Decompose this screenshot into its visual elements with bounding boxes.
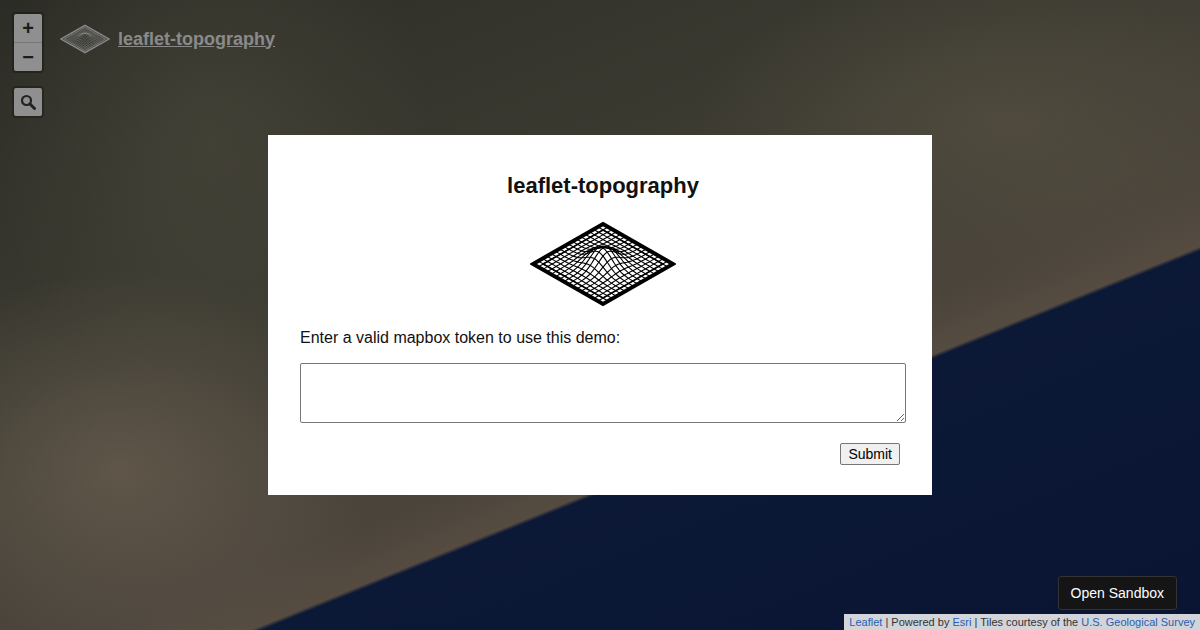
attribution-text: | Tiles courtesy of the [971,616,1081,628]
attribution-text: | Powered by [882,616,952,628]
token-modal: leaflet-topography Enter a valid mapbox t… [268,135,932,495]
topography-icon [60,24,110,54]
zoom-out-button[interactable]: − [14,42,42,71]
map[interactable]: +− leaflet-topography leaflet-topography En… [0,0,1200,630]
attribution-link[interactable]: Leaflet [849,616,882,628]
magnifier-icon [20,94,36,110]
logo-text[interactable]: leaflet-topography [118,29,275,50]
button-row: Submit [300,443,906,465]
logo-link[interactable]: leaflet-topography [60,24,275,54]
attribution-link[interactable]: U.S. Geological Survey [1081,616,1195,628]
attribution: Leaflet | Powered by Esri | Tiles courte… [844,614,1200,630]
search-button[interactable] [14,88,42,116]
zoom-control: +− [12,12,44,73]
token-input[interactable] [300,363,906,423]
topography-icon [530,221,676,307]
open-sandbox-button[interactable]: Open Sandbox [1058,576,1177,610]
zoom-in-button[interactable]: + [14,14,42,42]
modal-logo [300,221,906,307]
attribution-link[interactable]: Esri [952,616,971,628]
search-control [12,86,44,118]
token-label: Enter a valid mapbox token to use this d… [300,329,906,347]
submit-button[interactable]: Submit [840,443,900,465]
modal-title: leaflet-topography [300,173,906,199]
